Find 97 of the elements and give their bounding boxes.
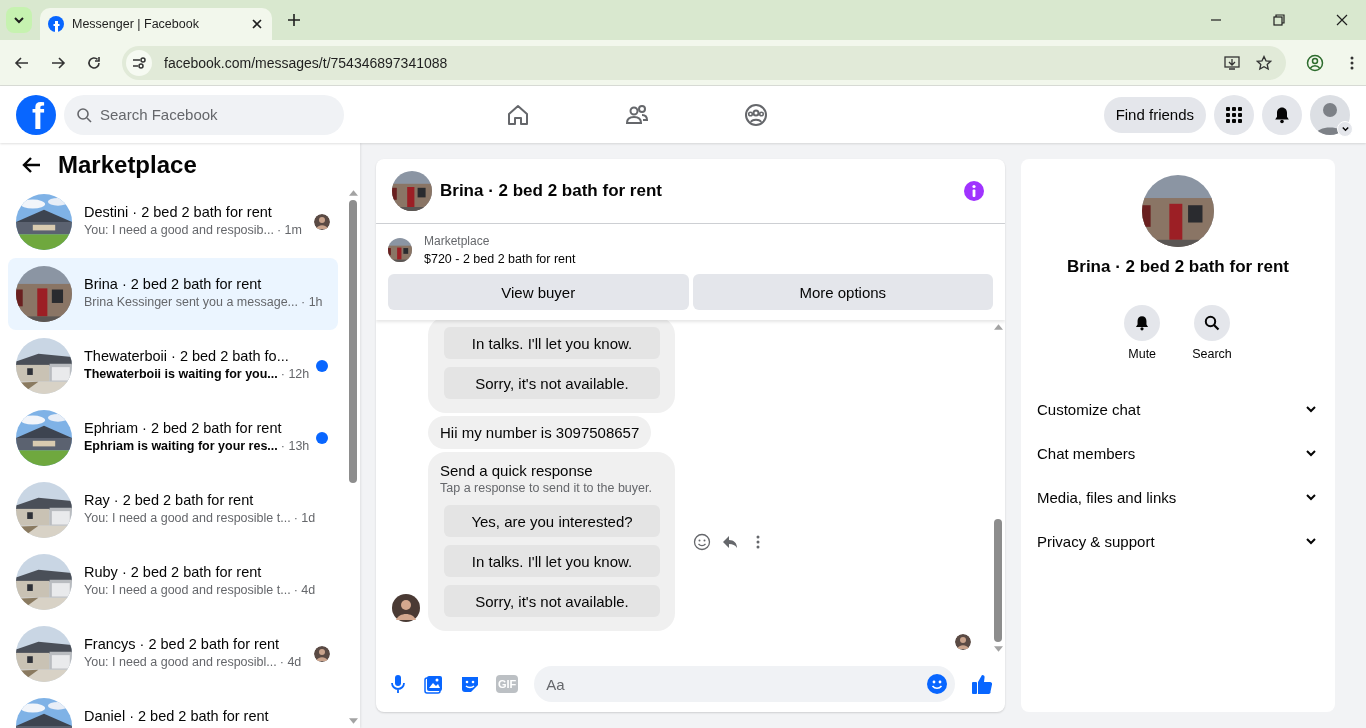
- facebook-logo[interactable]: f: [16, 94, 56, 135]
- menu-grid-button[interactable]: [1214, 94, 1254, 135]
- message-time: · 12h: [280, 367, 310, 381]
- message-time: · 1d: [293, 511, 316, 525]
- conversation-item[interactable]: Brina · 2 bed 2 bath for rent Brina Kessinger sent you a message... · 1h: [8, 258, 338, 330]
- listing-action-button[interactable]: More options: [692, 274, 993, 310]
- search-button[interactable]: [1194, 305, 1230, 341]
- conversation-name: Ray · 2 bed 2 bath for rent: [84, 492, 255, 508]
- message-bubble: Hii my number is 3097508657: [428, 416, 652, 449]
- search-field[interactable]: Search Facebook: [64, 94, 344, 135]
- search-icon: [1204, 315, 1220, 331]
- install-app-icon[interactable]: [1224, 54, 1240, 71]
- browser-tab[interactable]: Messenger | Facebook: [40, 8, 272, 40]
- quick-reply-button[interactable]: In talks. I'll let you know.: [444, 545, 660, 577]
- restore-icon[interactable]: [1271, 12, 1287, 28]
- listing-source: Marketplace: [424, 234, 491, 248]
- section-header[interactable]: Privacy & support: [1037, 519, 1319, 563]
- message-input[interactable]: Aa: [534, 666, 955, 702]
- bookmark-star-icon[interactable]: [1256, 54, 1272, 71]
- mute-button[interactable]: [1124, 305, 1161, 341]
- sticker-icon[interactable]: [460, 674, 480, 694]
- quick-reply-button[interactable]: Sorry, it's not available.: [444, 367, 660, 399]
- facebook-favicon-icon: [48, 16, 64, 32]
- conversation-name: Ruby · 2 bed 2 bath for rent: [84, 564, 263, 580]
- emoji-icon[interactable]: [693, 532, 711, 551]
- grid-icon: [1225, 105, 1243, 124]
- sidebar-title: Marketplace: [58, 150, 197, 179]
- bell-icon: [1134, 315, 1151, 331]
- listing-action-button[interactable]: View buyer: [388, 274, 689, 310]
- forward-icon[interactable]: [50, 54, 66, 71]
- action-label: Search: [1192, 347, 1232, 361]
- scrollbar-thumb[interactable]: [994, 518, 1002, 642]
- message-time: · 4d: [279, 655, 302, 669]
- new-tab-icon[interactable]: [286, 12, 302, 28]
- message-preview: Brina Kessinger sent you a message...: [84, 295, 298, 309]
- close-icon[interactable]: [250, 17, 264, 31]
- conversation-name: Ephriam · 2 bed 2 bath for rent: [84, 420, 283, 436]
- sender-avatar: [392, 594, 420, 622]
- back-icon[interactable]: [14, 54, 30, 71]
- bell-icon: [1273, 105, 1291, 124]
- section-header[interactable]: Customize chat: [1037, 387, 1319, 431]
- message-preview: Thewaterboii is waiting for you...: [84, 367, 278, 381]
- back-arrow-icon[interactable]: [22, 154, 42, 175]
- conversation-item[interactable]: Francys · 2 bed 2 bath for rent You: I need a good and resposibl... · 4d: [8, 618, 338, 690]
- conversation-name: Thewaterboii · 2 bed 2 bath fo...: [84, 348, 290, 364]
- tab-list-button[interactable]: [6, 7, 32, 33]
- find-friends-button[interactable]: Find friends: [1103, 96, 1206, 133]
- info-icon[interactable]: [963, 180, 985, 202]
- address-bar[interactable]: facebook.com/messages/t/754346897341088: [122, 45, 1286, 80]
- url-text: facebook.com/messages/t/754346897341088: [164, 54, 448, 71]
- tab-title: Messenger | Facebook: [72, 17, 200, 31]
- contact-name: Brina · 2 bed 2 bath for rent: [1067, 257, 1289, 277]
- section-header[interactable]: Chat members: [1037, 431, 1319, 475]
- friends-icon[interactable]: [625, 102, 649, 127]
- conversation-item[interactable]: Thewaterboii · 2 bed 2 bath fo... Thewaterboii is waiting for you... · 12h: [8, 330, 338, 402]
- seen-avatar: [955, 634, 971, 650]
- message-preview: You: I need a good and resposible t...: [84, 511, 291, 525]
- chat-title: Brina · 2 bed 2 bath for rent: [440, 181, 662, 201]
- conversation-name: Francys · 2 bed 2 bath for rent: [84, 636, 281, 652]
- notifications-button[interactable]: [1262, 94, 1302, 135]
- profile-icon[interactable]: [1306, 53, 1324, 72]
- reload-icon[interactable]: [86, 54, 102, 71]
- message-preview: You: I need a good and resposibl...: [84, 655, 277, 669]
- account-avatar[interactable]: [1310, 94, 1350, 135]
- site-settings-icon[interactable]: [126, 49, 152, 76]
- quick-reply-button[interactable]: Sorry, it's not available.: [444, 585, 660, 617]
- conversation-item[interactable]: Ray · 2 bed 2 bath for rent You: I need a good and resposible t... · 1d: [8, 474, 338, 546]
- conversation-name: Daniel · 2 bed 2 bath for rent: [84, 708, 270, 724]
- conversation-item[interactable]: Ruby · 2 bed 2 bath for rent You: I need a good and resposible t... · 4d: [8, 546, 338, 618]
- message-time: · 4d: [293, 583, 316, 597]
- action-label: Mute: [1128, 347, 1157, 361]
- message-time: · 13h: [280, 439, 310, 453]
- section-header[interactable]: Media, files and links: [1037, 475, 1319, 519]
- message-preview: Ephriam is waiting for your res...: [84, 439, 278, 453]
- groups-icon[interactable]: [744, 102, 768, 127]
- quick-reply-button[interactable]: Yes, are you interested?: [444, 505, 660, 537]
- conversation-item[interactable]: Daniel · 2 bed 2 bath for rent: [8, 690, 338, 728]
- listing-title: $720 - 2 bed 2 bath for rent: [424, 252, 576, 266]
- conversation-name: Destini · 2 bed 2 bath for rent: [84, 204, 273, 220]
- thumbs-up-icon[interactable]: [971, 673, 993, 695]
- search-icon: [76, 106, 92, 123]
- conversation-item[interactable]: Ephriam · 2 bed 2 bath for rent Ephriam is waiting for your res... · 13h: [8, 402, 338, 474]
- photo-icon[interactable]: [424, 674, 444, 694]
- conversation-name: Brina · 2 bed 2 bath for rent: [84, 276, 263, 292]
- message-preview: You: I need a good and resposib...: [84, 223, 274, 237]
- card-title: Send a quick response: [440, 462, 594, 479]
- microphone-icon[interactable]: [388, 674, 408, 694]
- scrollbar-thumb[interactable]: [349, 200, 357, 483]
- home-icon[interactable]: [506, 102, 530, 127]
- message-preview: You: I need a good and resposible t...: [84, 583, 291, 597]
- conversation-item[interactable]: Destini · 2 bed 2 bath for rent You: I need a good and resposib... · 1m: [8, 186, 338, 258]
- message-time: · 1h: [301, 295, 323, 309]
- quick-reply-button[interactable]: In talks. I'll let you know.: [444, 327, 660, 359]
- card-subtitle: Tap a response to send it to the buyer.: [440, 481, 653, 495]
- message-time: · 1m: [276, 223, 302, 237]
- close-icon[interactable]: [1334, 12, 1350, 28]
- emoji-icon[interactable]: [926, 673, 948, 695]
